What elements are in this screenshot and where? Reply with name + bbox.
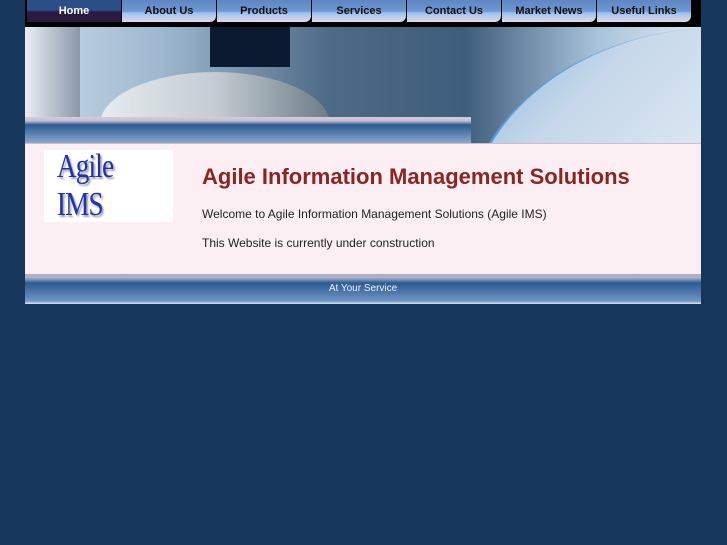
nav-about-us[interactable]: About Us — [122, 0, 216, 22]
construction-notice: This Website is currently under construc… — [202, 236, 435, 250]
footer: At Your Service — [25, 274, 701, 304]
main-nav: Home About Us Products Services Contact … — [25, 0, 701, 27]
main-content: Agile IMS Agile Information Management S… — [25, 143, 701, 274]
header-banner-image — [25, 27, 701, 143]
page-container: Home About Us Products Services Contact … — [25, 0, 701, 304]
banner-band — [25, 117, 471, 143]
nav-contact-us[interactable]: Contact Us — [407, 0, 501, 22]
nav-services[interactable]: Services — [312, 0, 406, 22]
nav-market-news[interactable]: Market News — [502, 0, 596, 22]
page-title: Agile Information Management Solutions — [202, 164, 630, 189]
nav-products[interactable]: Products — [217, 0, 311, 22]
footer-text: At Your Service — [328, 283, 398, 294]
agile-ims-logo: Agile IMS — [44, 148, 173, 223]
welcome-text: Welcome to Agile Information Management … — [202, 207, 547, 221]
nav-useful-links[interactable]: Useful Links — [597, 0, 691, 22]
logo-text: Agile IMS — [56, 148, 114, 223]
nav-home[interactable]: Home — [27, 0, 121, 22]
